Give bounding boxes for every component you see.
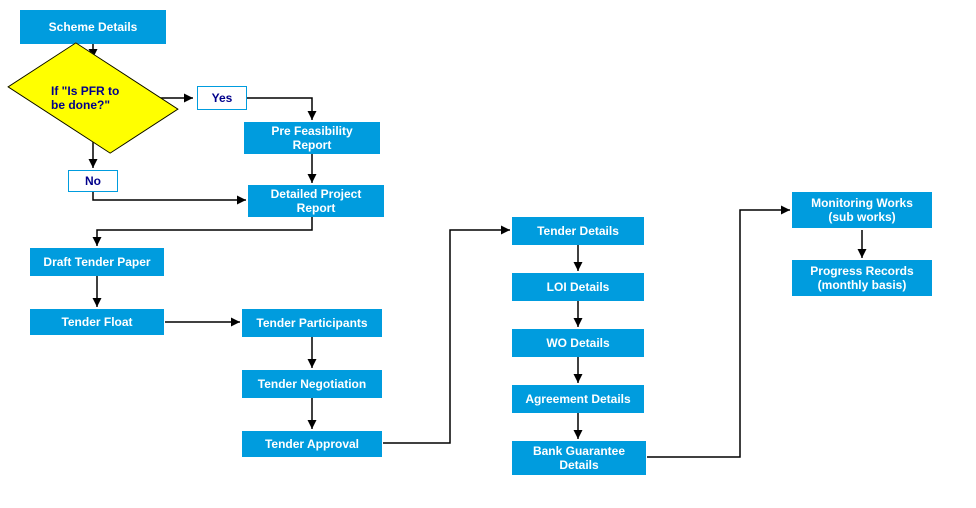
branch-yes: Yes [197,86,247,110]
node-tender-float: Tender Float [30,309,164,335]
node-decision: If "Is PFR to be done?" [23,38,163,158]
node-loi-details: LOI Details [512,273,644,301]
node-tender-negotiation: Tender Negotiation [242,370,382,398]
node-pre-feasibility: Pre Feasibility Report [244,122,380,154]
node-agreement-details: Agreement Details [512,385,644,413]
node-wo-details: WO Details [512,329,644,357]
node-tender-details: Tender Details [512,217,644,245]
node-draft-tender: Draft Tender Paper [30,248,164,276]
decision-label: If "Is PFR to be done?" [23,38,163,158]
node-tender-participants: Tender Participants [242,309,382,337]
node-tender-approval: Tender Approval [242,431,382,457]
node-detailed-project: Detailed Project Report [248,185,384,217]
node-progress-records: Progress Records (monthly basis) [792,260,932,296]
branch-no: No [68,170,118,192]
node-monitoring-works: Monitoring Works (sub works) [792,192,932,228]
node-bank-guarantee: Bank Guarantee Details [512,441,646,475]
